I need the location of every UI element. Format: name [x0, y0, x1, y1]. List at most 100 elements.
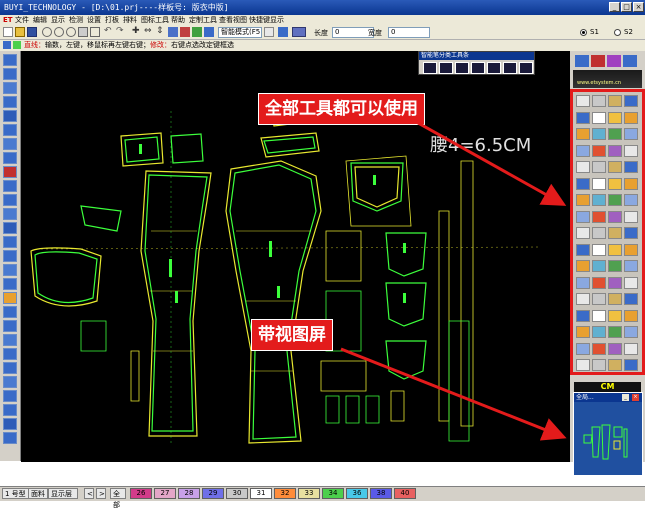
size-button[interactable]: 1 号型 [2, 488, 29, 499]
tool-grid-60-icon[interactable] [624, 326, 638, 338]
tool-grid-27-icon[interactable] [608, 194, 622, 206]
nav-prev-button[interactable]: < [84, 488, 94, 499]
tool-grid-49-icon[interactable] [576, 293, 590, 305]
drawing-canvas[interactable]: 腰4=6.5CM 智能笔分类工具条 全部工具都可以使用 带视图屏 [21, 51, 570, 462]
tool-grid-10-icon[interactable] [592, 128, 606, 140]
menu-item-view[interactable]: 查看视图 [219, 15, 247, 26]
open-folder-icon[interactable] [15, 27, 25, 37]
tool-grid-56-icon[interactable] [624, 309, 638, 322]
rp-top-icon-1[interactable] [575, 55, 589, 67]
print-icon[interactable] [78, 27, 88, 37]
tool-grid-32-icon[interactable] [624, 210, 638, 223]
left-tool-16-icon[interactable] [3, 264, 17, 276]
size-swatch[interactable]: 26 [130, 488, 152, 499]
tool-grid-7-icon[interactable] [608, 111, 622, 124]
nav-next-button[interactable]: > [96, 488, 106, 499]
size-swatch[interactable]: 38 [370, 488, 392, 499]
tool-grid-29-icon[interactable] [576, 210, 590, 223]
left-tool-15-icon[interactable] [3, 250, 17, 262]
new-file-icon[interactable] [3, 27, 13, 37]
width-field[interactable]: 0 [388, 27, 430, 38]
tool-grid-16-icon[interactable] [624, 144, 638, 157]
left-tool-7-icon[interactable] [3, 138, 17, 150]
tool-grid-6-icon[interactable] [592, 111, 606, 124]
zoom-fit-icon[interactable] [66, 27, 76, 37]
tool-grid-13-icon[interactable] [576, 144, 590, 157]
tool-grid-24-icon[interactable] [624, 177, 638, 190]
left-tool-4-icon[interactable] [3, 96, 17, 108]
grid-icon[interactable] [90, 27, 100, 37]
tool-grid-37-icon[interactable] [576, 243, 590, 256]
tool-grid-21-icon[interactable] [576, 177, 590, 190]
left-tool-5-icon[interactable] [3, 110, 17, 122]
close-button[interactable]: × [633, 2, 644, 12]
tool-grid-63-icon[interactable] [608, 342, 622, 355]
left-tool-9-icon[interactable] [3, 166, 17, 178]
tool-grid-33-icon[interactable] [576, 227, 590, 239]
tool-grid-57-icon[interactable] [576, 326, 590, 338]
tool-icon-b[interactable] [180, 27, 190, 37]
tool-grid-45-icon[interactable] [576, 276, 590, 289]
menu-item-edit[interactable]: 编辑 [33, 15, 47, 26]
left-tool-11-icon[interactable] [3, 194, 17, 206]
tool-grid-17-icon[interactable] [576, 161, 590, 173]
tool-grid-52-icon[interactable] [624, 293, 638, 305]
tool-grid-53-icon[interactable] [576, 309, 590, 322]
zoom-out-icon[interactable] [54, 27, 64, 37]
tool-grid-47-icon[interactable] [608, 276, 622, 289]
tool-grid-59-icon[interactable] [608, 326, 622, 338]
tool-grid-50-icon[interactable] [592, 293, 606, 305]
redo-icon[interactable]: ↷ [116, 27, 126, 37]
tool-grid-1-icon[interactable] [576, 95, 590, 107]
left-tool-19-icon[interactable] [3, 306, 17, 318]
menu-item-marker[interactable]: 排料 [123, 15, 137, 26]
undo-icon[interactable]: ↶ [104, 27, 114, 37]
left-tool-24-icon[interactable] [3, 376, 17, 388]
tool-grid-8-icon[interactable] [624, 111, 638, 124]
scale-icon[interactable]: ⇕ [156, 27, 166, 37]
radio-s1[interactable] [580, 29, 587, 36]
size-swatch[interactable]: 31 [250, 488, 272, 499]
tool-grid-2-icon[interactable] [592, 95, 606, 107]
overview-window[interactable]: 全局... _ × [573, 392, 643, 476]
tool-grid-3-icon[interactable] [608, 95, 622, 107]
maximize-button[interactable]: □ [621, 2, 632, 12]
size-swatch[interactable]: 32 [274, 488, 296, 499]
tool-grid-44-icon[interactable] [624, 260, 638, 272]
overview-close-button[interactable]: × [632, 394, 639, 401]
tool-grid-48-icon[interactable] [624, 276, 638, 289]
menu-item-pattern[interactable]: 打板 [105, 15, 119, 26]
left-tool-10-icon[interactable] [3, 180, 17, 192]
tool-grid-26-icon[interactable] [592, 194, 606, 206]
tool-grid-66-icon[interactable] [592, 359, 606, 371]
left-tool-2-icon[interactable] [3, 68, 17, 80]
rp-top-icon-2[interactable] [591, 55, 605, 67]
left-tool-25-icon[interactable] [3, 390, 17, 402]
tool-grid-36-icon[interactable] [624, 227, 638, 239]
tool-grid-61-icon[interactable] [576, 342, 590, 355]
left-tool-12-icon[interactable] [3, 208, 17, 220]
tool-grid-12-icon[interactable] [624, 128, 638, 140]
size-swatch[interactable]: 30 [226, 488, 248, 499]
rp-top-icon-3[interactable] [607, 55, 621, 67]
tool-grid-43-icon[interactable] [608, 260, 622, 272]
left-tool-17-icon[interactable] [3, 278, 17, 290]
menu-item-custom-tools[interactable]: 定制工具 [189, 15, 217, 26]
tool-grid-68-icon[interactable] [624, 359, 638, 371]
size-swatch[interactable]: 40 [394, 488, 416, 499]
menu-item-shortcuts[interactable]: 快捷键显示 [249, 15, 284, 26]
overview-minimize-button[interactable]: _ [622, 394, 629, 401]
menu-item-display[interactable]: 显示 [51, 15, 65, 26]
size-swatch[interactable]: 27 [154, 488, 176, 499]
tool-grid-5-icon[interactable] [576, 111, 590, 124]
tool-grid-30-icon[interactable] [592, 210, 606, 223]
menu-item-settings[interactable]: 设置 [87, 15, 101, 26]
left-tool-21-icon[interactable] [3, 334, 17, 346]
tool-grid-51-icon[interactable] [608, 293, 622, 305]
zoom-in-icon[interactable] [42, 27, 52, 37]
tool-grid-35-icon[interactable] [608, 227, 622, 239]
tool-icon-a[interactable] [168, 27, 178, 37]
tool-grid-65-icon[interactable] [576, 359, 590, 371]
left-tool-23-icon[interactable] [3, 362, 17, 374]
layer-button[interactable]: 显示层 [48, 488, 78, 499]
